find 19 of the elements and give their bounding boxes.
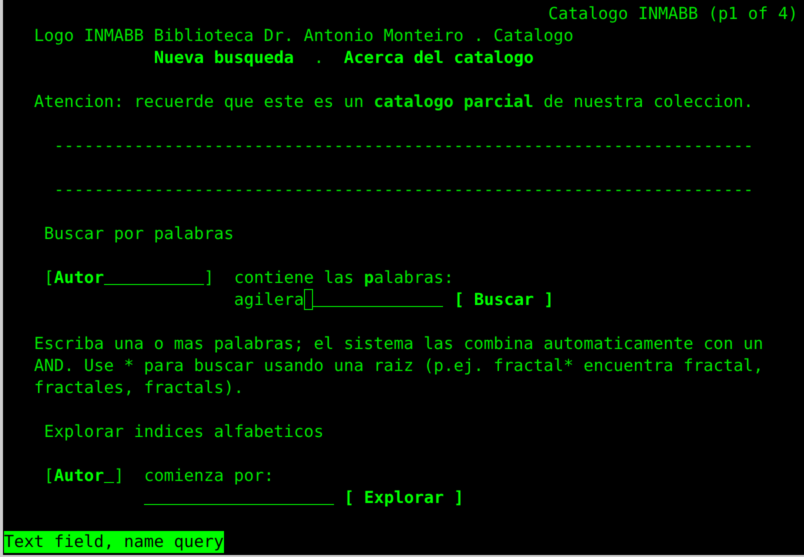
field-dropdown[interactable]: [Autor ] <box>44 465 124 487</box>
field-dropdown[interactable]: [Autor ] <box>44 267 214 289</box>
search-button[interactable]: [ Buscar ] <box>454 289 554 311</box>
nav-link[interactable]: Acerca del catalogo <box>344 47 534 69</box>
notice-text: Atencion: recuerde que este es un catalogo parcial de nuestra coleccion. <box>34 91 754 113</box>
search-input[interactable]: agilera <box>234 289 444 311</box>
help-text: Escriba una o mas palabras; el sistema las combina automaticamente con un AND. Use * para buscar usando una raiz (p.ej. fractal* encuentra fractal, fractales, fractals). <box>34 333 764 399</box>
section-heading: Explorar indices alfabeticos <box>44 421 324 443</box>
page-title: Catalogo INMABB (p1 of 4) <box>548 3 798 25</box>
dashed-rule: ---------------------------------------------------------------------- <box>54 135 754 157</box>
field-label: contiene las palabras: <box>234 267 454 289</box>
nav-link[interactable]: Nueva busqueda <box>154 47 294 69</box>
status-bar: Text field, name query <box>4 531 224 553</box>
explore-button[interactable]: [ Explorar ] <box>344 487 464 509</box>
section-heading: Buscar por palabras <box>44 223 234 245</box>
dashed-rule: ---------------------------------------------------------------------- <box>54 179 754 201</box>
separator-text: . <box>314 47 324 69</box>
header-text: Logo INMABB Biblioteca Dr. Antonio Monteiro . Catalogo <box>34 25 574 47</box>
field-label: comienza por: <box>144 465 274 487</box>
